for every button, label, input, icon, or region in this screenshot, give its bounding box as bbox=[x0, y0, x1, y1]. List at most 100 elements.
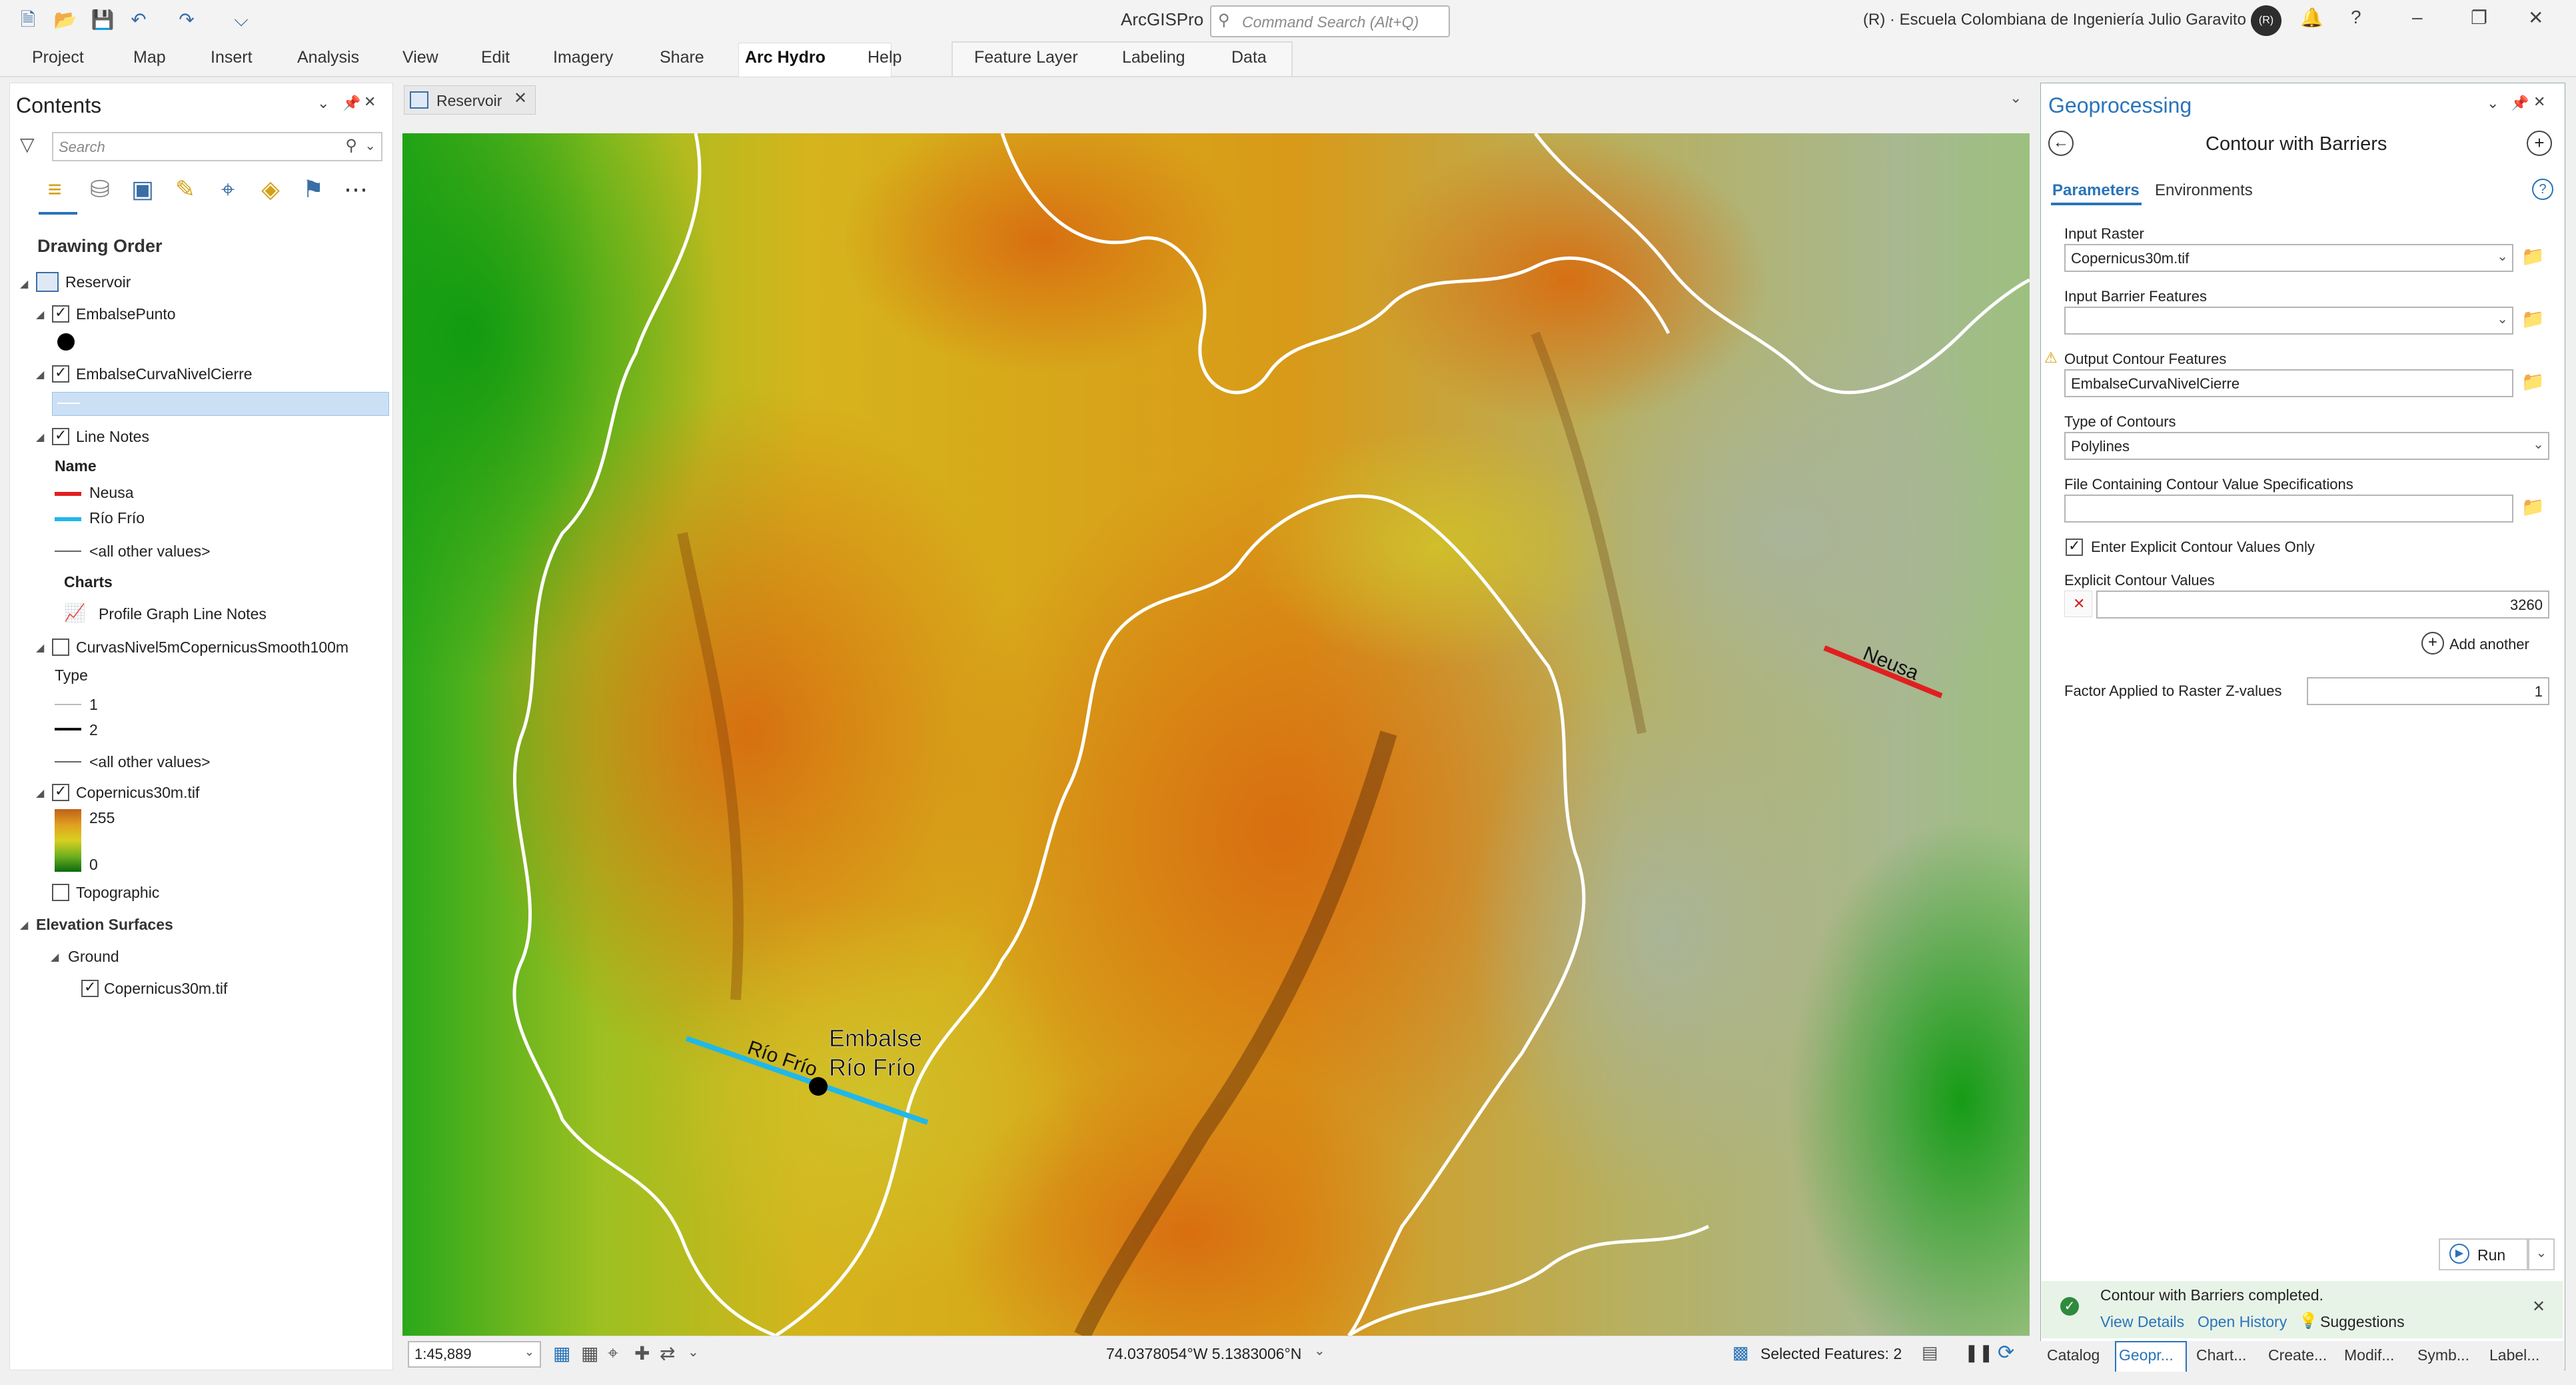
legend-rio-frio[interactable]: Río Frío bbox=[89, 509, 145, 527]
customize-toolbar-icon[interactable]: ⌵ bbox=[229, 8, 253, 32]
layer-copernicus[interactable]: Copernicus30m.tif bbox=[76, 784, 199, 802]
browse-folder-icon[interactable]: 📁 bbox=[2521, 496, 2545, 518]
list-by-snapping-icon[interactable]: ⌖ bbox=[212, 173, 244, 205]
scale-selector[interactable]: 1:45,889 ⌄ bbox=[408, 1341, 541, 1368]
open-project-icon[interactable]: 📂 bbox=[53, 8, 77, 32]
list-by-data-source-icon[interactable]: ⛁ bbox=[84, 173, 116, 205]
legend-type-2[interactable]: 2 bbox=[89, 721, 98, 739]
filter-icon[interactable]: ▽ bbox=[20, 133, 35, 155]
chevron-down-icon[interactable]: ⌄ bbox=[524, 1345, 534, 1359]
tab-project[interactable]: Project bbox=[32, 48, 84, 67]
tab-share[interactable]: Share bbox=[660, 48, 704, 67]
tab-imagery[interactable]: Imagery bbox=[553, 48, 613, 67]
legend-other-values[interactable]: <all other values> bbox=[89, 543, 211, 561]
dismiss-message-icon[interactable]: ✕ bbox=[2532, 1297, 2545, 1316]
barrier-features-select[interactable]: ⌄ bbox=[2064, 307, 2513, 335]
selected-features-count[interactable]: Selected Features: 2 bbox=[1760, 1345, 1902, 1363]
other-line-symbol[interactable] bbox=[55, 761, 81, 762]
back-arrow-icon[interactable]: ← bbox=[2048, 131, 2074, 156]
fixed-zoom-icon[interactable]: ▦ bbox=[553, 1342, 570, 1364]
remove-x-icon[interactable]: ✕ bbox=[2073, 595, 2085, 613]
pin-icon[interactable]: 📌 bbox=[342, 95, 360, 112]
help-icon[interactable]: ? bbox=[2351, 7, 2361, 28]
pane-tab-geoprocessing[interactable]: Geopr... bbox=[2119, 1346, 2174, 1364]
correction-icon[interactable]: ⇄ bbox=[660, 1342, 675, 1364]
legend-neusa[interactable]: Neusa bbox=[89, 484, 133, 502]
browse-folder-icon[interactable]: 📁 bbox=[2521, 371, 2545, 393]
surface-visibility-checkbox[interactable] bbox=[81, 978, 99, 997]
pin-icon[interactable]: 📌 bbox=[2511, 95, 2529, 112]
refresh-icon[interactable]: ⟳ bbox=[1998, 1341, 2014, 1364]
tab-insert[interactable]: Insert bbox=[211, 48, 253, 67]
expand-triangle-icon[interactable]: ◢ bbox=[20, 918, 28, 932]
layer-visibility-checkbox[interactable] bbox=[52, 884, 69, 901]
explicit-only-checkbox[interactable] bbox=[2066, 537, 2083, 556]
tab-view[interactable]: View bbox=[402, 48, 438, 67]
list-by-labeling-icon[interactable]: ◈ bbox=[255, 173, 287, 205]
tab-feature-layer[interactable]: Feature Layer bbox=[974, 48, 1078, 67]
notifications-bell-icon[interactable]: 🔔 bbox=[2300, 7, 2323, 29]
help-icon[interactable]: ? bbox=[2532, 179, 2553, 200]
layer-visibility-checkbox[interactable] bbox=[52, 639, 69, 656]
close-pane-icon[interactable]: ✕ bbox=[2533, 93, 2545, 111]
layer-visibility-checkbox[interactable] bbox=[52, 427, 69, 445]
pane-tab-create[interactable]: Create... bbox=[2268, 1346, 2327, 1364]
tab-analysis[interactable]: Analysis bbox=[297, 48, 359, 67]
pane-tab-modify[interactable]: Modif... bbox=[2344, 1346, 2394, 1364]
expand-triangle-icon[interactable]: ◢ bbox=[36, 431, 44, 444]
browse-folder-icon[interactable]: 📁 bbox=[2521, 245, 2545, 267]
expand-triangle-icon[interactable]: ◢ bbox=[36, 368, 44, 381]
selected-symbol-row[interactable] bbox=[52, 392, 389, 416]
chevron-down-icon[interactable]: ⌄ bbox=[364, 137, 376, 154]
pane-tab-catalog[interactable]: Catalog bbox=[2047, 1346, 2100, 1364]
chevron-down-icon[interactable]: ⌄ bbox=[2497, 248, 2508, 265]
layer-embalse-punto[interactable]: EmbalsePunto bbox=[76, 305, 176, 323]
view-list-chevron-icon[interactable]: ⌄ bbox=[2010, 89, 2022, 107]
grid-icon[interactable]: ▦ bbox=[581, 1342, 598, 1364]
pane-tab-chart[interactable]: Chart... bbox=[2196, 1346, 2246, 1364]
view-details-link[interactable]: View Details bbox=[2100, 1313, 2184, 1331]
factor-z-input[interactable]: 1 bbox=[2307, 677, 2549, 705]
layer-embalse-curva-nivel-cierre[interactable]: EmbalseCurvaNivelCierre bbox=[76, 365, 253, 383]
expand-triangle-icon[interactable]: ◢ bbox=[36, 308, 44, 321]
chevron-down-icon[interactable]: ⌄ bbox=[2533, 436, 2544, 453]
tab-map[interactable]: Map bbox=[133, 48, 166, 67]
neusa-line-symbol[interactable] bbox=[55, 492, 81, 496]
expand-triangle-icon[interactable]: ◢ bbox=[36, 786, 44, 800]
layer-visibility-checkbox[interactable] bbox=[52, 782, 69, 801]
terrain-map-svg[interactable]: Neusa Río Frío Embalse Río Frío bbox=[402, 133, 2030, 1336]
expand-triangle-icon[interactable]: ◢ bbox=[51, 950, 59, 964]
chevron-down-icon[interactable]: ⌄ bbox=[1314, 1342, 1325, 1359]
tab-data[interactable]: Data bbox=[1231, 48, 1267, 67]
pane-tab-symbology[interactable]: Symb... bbox=[2417, 1346, 2469, 1364]
open-history-link[interactable]: Open History bbox=[2198, 1313, 2287, 1331]
tab-help[interactable]: Help bbox=[868, 48, 902, 67]
layer-line-notes[interactable]: Line Notes bbox=[76, 428, 149, 446]
list-by-perspective-icon[interactable]: ⚑ bbox=[297, 173, 329, 205]
ground-surface[interactable]: Ground bbox=[68, 948, 119, 966]
remove-value-cell[interactable]: ✕ bbox=[2064, 591, 2092, 617]
minimize-button[interactable]: – bbox=[2412, 7, 2423, 28]
more-options-icon[interactable]: ⋯ bbox=[340, 173, 372, 205]
type2-line-symbol[interactable] bbox=[55, 728, 81, 730]
other-line-symbol[interactable] bbox=[55, 551, 81, 552]
command-search-input[interactable]: ⚲ Command Search (Alt+Q) bbox=[1210, 5, 1450, 37]
contents-search-input[interactable]: Search ⚲ ⌄ bbox=[52, 132, 382, 161]
suggestions-link[interactable]: Suggestions bbox=[2320, 1313, 2405, 1331]
point-symbol[interactable] bbox=[57, 333, 75, 351]
legend-type-1[interactable]: 1 bbox=[89, 696, 98, 714]
chart-profile-graph[interactable]: Profile Graph Line Notes bbox=[99, 605, 267, 623]
close-window-button[interactable]: ✕ bbox=[2528, 7, 2543, 29]
rio-frio-line-symbol[interactable] bbox=[55, 517, 81, 521]
pause-drawing-icon[interactable]: ❚❚ bbox=[1964, 1342, 1994, 1363]
new-project-icon[interactable]: 🗎 bbox=[16, 8, 40, 32]
legend-other-values-2[interactable]: <all other values> bbox=[89, 753, 211, 771]
tab-environments[interactable]: Environments bbox=[2155, 181, 2253, 200]
layer-curvas-nivel[interactable]: CurvasNivel5mCopernicusSmooth100m bbox=[76, 639, 348, 657]
list-by-drawing-order-icon[interactable]: ≡ bbox=[39, 173, 71, 205]
undo-icon[interactable]: ↶ bbox=[127, 8, 151, 32]
map-canvas[interactable]: Neusa Río Frío Embalse Río Frío bbox=[402, 133, 2030, 1336]
tab-parameters[interactable]: Parameters bbox=[2052, 181, 2140, 200]
file-contour-values-input[interactable] bbox=[2064, 495, 2513, 523]
restore-button[interactable]: ❐ bbox=[2471, 7, 2487, 29]
